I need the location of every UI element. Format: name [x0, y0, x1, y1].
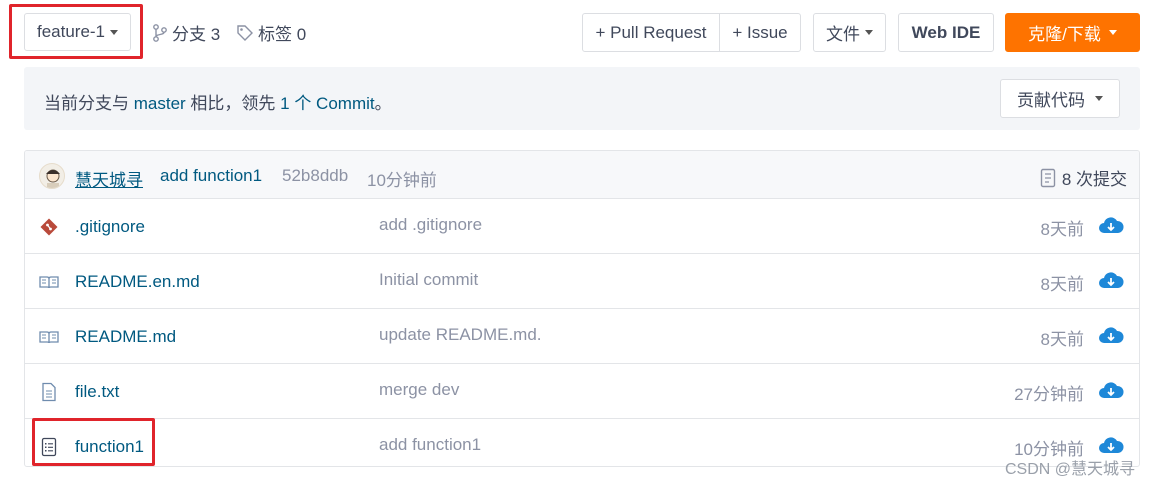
clone-download-label: 克隆/下载 [1028, 25, 1101, 44]
chevron-down-icon [1108, 30, 1117, 35]
file-time: 8天前 [1040, 220, 1084, 239]
file-time: 27分钟前 [1014, 385, 1084, 404]
branch-icon [153, 23, 167, 42]
file-commit-message[interactable]: merge dev [379, 380, 459, 400]
commit-author-link[interactable]: 慧天城寻 [75, 166, 143, 191]
file-commit-message[interactable]: add .gitignore [379, 215, 482, 235]
file-name-link[interactable]: README.en.md [75, 272, 200, 292]
commit-time: 10分钟前 [367, 171, 437, 190]
files-dropdown[interactable]: 文件 [813, 13, 886, 52]
highlight-box-branch [9, 4, 143, 59]
compare-middle: 相比，领先 [185, 94, 281, 113]
branches-link[interactable]: 分支 3 [152, 20, 220, 45]
branch-compare-bar: 当前分支与 master 相比，领先 1 个 Commit。 贡献代码 [24, 67, 1140, 130]
compare-base-link[interactable]: master [134, 94, 186, 113]
file-row[interactable]: .gitignore add .gitignore 8天前 [25, 199, 1139, 254]
commit-message-link[interactable]: add function1 [160, 166, 262, 186]
file-commit-message[interactable]: update README.md. [379, 325, 542, 345]
file-time: 8天前 [1040, 330, 1084, 349]
compare-suffix: 。 [374, 94, 392, 113]
chevron-down-icon [865, 30, 873, 35]
file-time: 8天前 [1040, 275, 1084, 294]
file-name-link[interactable]: README.md [75, 327, 176, 347]
compare-text: 当前分支与 master 相比，领先 1 个 Commit。 [44, 89, 392, 114]
tags-label: 标签 0 [258, 25, 307, 44]
issue-label: + Issue [732, 22, 788, 42]
web-ide-label: Web IDE [911, 22, 981, 42]
issue-button[interactable]: + Issue [719, 13, 801, 52]
commits-ahead-link[interactable]: 1 个 Commit [280, 94, 374, 113]
file-tree: 慧天城寻 add function1 52b8ddb 10分钟前 8 次提交 .… [24, 150, 1140, 467]
contribute-dropdown[interactable]: 贡献代码 [1000, 79, 1120, 118]
commit-count-label: 8 次提交 [1061, 170, 1127, 189]
file-commit-message[interactable]: add function1 [379, 435, 481, 455]
tags-link[interactable]: 标签 0 [236, 20, 306, 45]
file-commit-message[interactable]: Initial commit [379, 270, 478, 290]
commit-count-link[interactable]: 8 次提交 [1040, 165, 1127, 190]
git-icon [40, 218, 58, 236]
download-icon[interactable] [1098, 215, 1124, 237]
web-ide-button[interactable]: Web IDE [898, 13, 994, 52]
download-icon[interactable] [1098, 325, 1124, 347]
compare-prefix: 当前分支与 [44, 94, 134, 113]
file-row[interactable]: file.txt merge dev 27分钟前 [25, 364, 1139, 419]
clone-download-button[interactable]: 克隆/下载 [1005, 13, 1140, 52]
file-row[interactable]: README.en.md Initial commit 8天前 [25, 254, 1139, 309]
watermark: CSDN @慧天城寻 [1004, 461, 1135, 478]
branches-label: 分支 3 [172, 25, 221, 44]
file-name-link[interactable]: .gitignore [75, 217, 145, 237]
latest-commit-row: 慧天城寻 add function1 52b8ddb 10分钟前 8 次提交 [25, 151, 1139, 199]
download-icon[interactable] [1098, 270, 1124, 292]
chevron-down-icon [1095, 96, 1103, 101]
files-label: 文件 [826, 25, 860, 44]
commit-sha[interactable]: 52b8ddb [282, 166, 348, 186]
history-icon [1040, 168, 1056, 187]
pull-request-label: + Pull Request [595, 22, 707, 42]
file-row[interactable]: function1 add function1 10分钟前 [25, 419, 1139, 466]
download-icon[interactable] [1098, 435, 1124, 457]
download-icon[interactable] [1098, 380, 1124, 402]
file-name-link[interactable]: file.txt [75, 382, 119, 402]
file-row[interactable]: README.md update README.md. 8天前 [25, 309, 1139, 364]
tag-icon [237, 24, 253, 41]
book-icon [39, 276, 59, 289]
contribute-label: 贡献代码 [1017, 91, 1085, 110]
highlight-box-function1 [32, 418, 155, 466]
avatar[interactable] [39, 163, 65, 189]
book-icon [39, 331, 59, 344]
pull-request-button[interactable]: + Pull Request [582, 13, 720, 52]
file-icon [42, 382, 56, 402]
